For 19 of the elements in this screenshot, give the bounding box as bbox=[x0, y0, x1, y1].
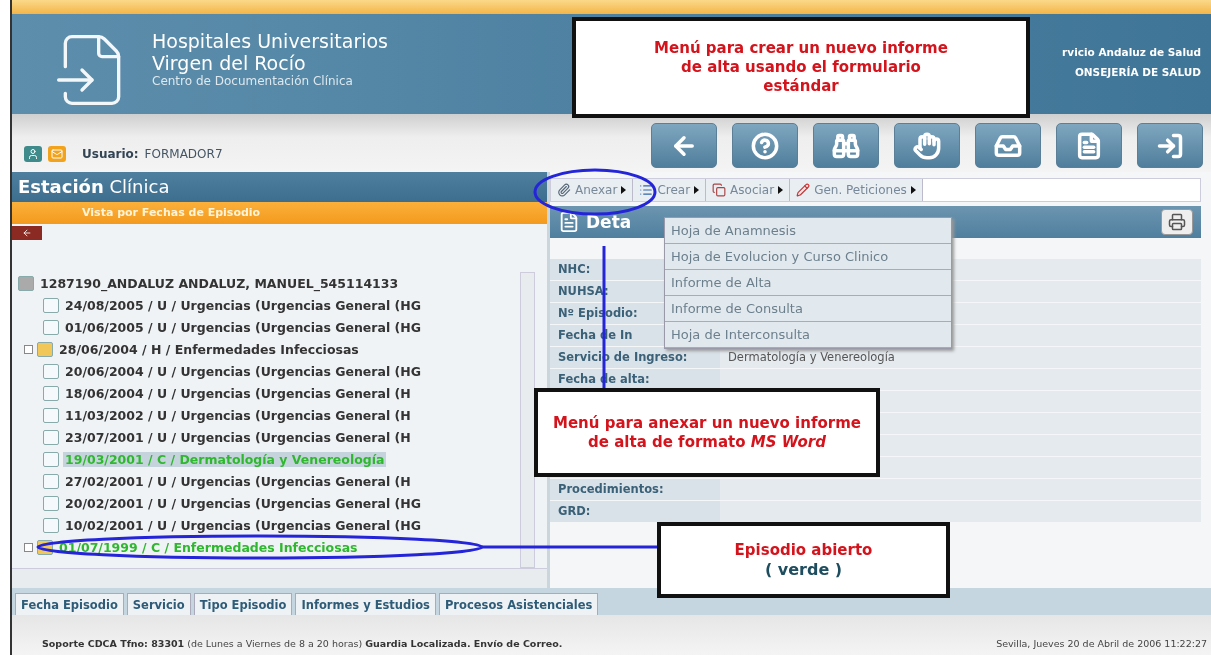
user-name: FORMADOR7 bbox=[144, 147, 223, 161]
user-label: Usuario: bbox=[82, 147, 139, 161]
view-subtitle: Vista por Fechas de Episodio bbox=[12, 202, 547, 224]
organization-name: ONSEJERÍA DE SALUD bbox=[1074, 66, 1201, 78]
hospital-subtitle: Centro de Documentación Clínica bbox=[152, 74, 354, 88]
field-label: GRD: bbox=[550, 501, 720, 522]
detail-title: Deta bbox=[586, 212, 632, 232]
field-value: Dermatología y Venereología bbox=[720, 347, 1201, 368]
field-label: Procedimientos: bbox=[550, 479, 720, 500]
organization-name: rvicio Andaluz de Salud bbox=[1062, 46, 1201, 58]
panel-title: Estación Clínica bbox=[12, 172, 547, 202]
callout-text: Menú para crear un nuevo informe de alta usando el formulario estándar bbox=[653, 39, 949, 96]
callout-note: ( verde ) bbox=[764, 560, 843, 579]
callout-text: Episodio abierto bbox=[734, 541, 873, 560]
callout-text: Menú para anexar un nuevo informe de alta de formato MS Word bbox=[552, 413, 862, 452]
support-info: Soporte CDCA Tfno: 83301 (de Lunes a Viernes de 8 a 20 horas) Guardia Localizada. Envío de Correo. bbox=[42, 638, 563, 649]
hospital-title: Virgen del Rocío bbox=[152, 52, 306, 74]
date-time: Sevilla, Jueves 20 de Abril de 2006 11:22:27 bbox=[996, 638, 1207, 649]
hospital-title: Hospitales Universitarios bbox=[152, 30, 388, 52]
